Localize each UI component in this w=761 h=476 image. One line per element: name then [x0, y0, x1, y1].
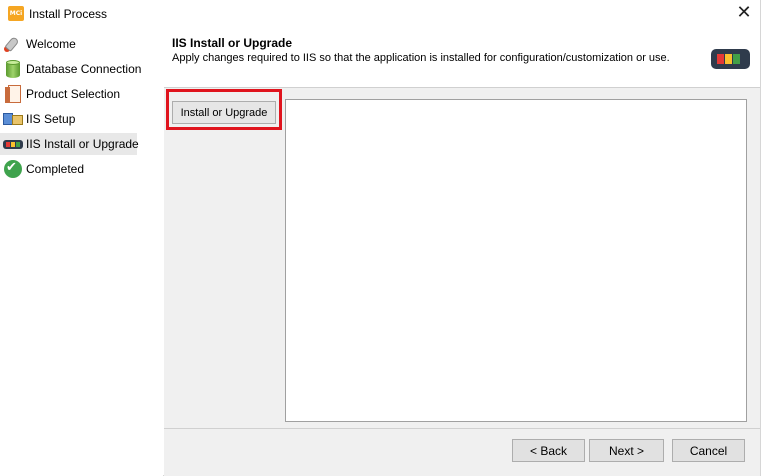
step-welcome: Welcome	[0, 33, 163, 55]
page-header: IIS Install or Upgrade Apply changes req…	[164, 30, 760, 88]
step-label: Welcome	[26, 37, 76, 51]
page-title: IIS Install or Upgrade	[172, 36, 293, 50]
database-icon	[3, 60, 23, 78]
rocket-icon	[3, 35, 23, 53]
step-product-selection: Product Selection	[0, 83, 163, 105]
step-iis-install-or-upgrade: IIS Install or Upgrade	[0, 133, 139, 155]
cancel-button[interactable]: Cancel	[672, 439, 745, 462]
step-label: Completed	[26, 162, 85, 176]
window-title: Install Process	[29, 7, 108, 21]
step-completed: ✔ Completed	[0, 158, 163, 180]
app-logo-icon: MCi	[8, 6, 24, 21]
page-description: Apply changes required to IIS so that th…	[172, 52, 670, 64]
install-or-upgrade-button[interactable]: Install or Upgrade	[172, 101, 276, 124]
next-button[interactable]: Next >	[589, 439, 664, 462]
server-status-icon	[711, 49, 750, 69]
check-icon: ✔	[3, 160, 23, 178]
steps-sidebar: Welcome Database Connection Product Sele…	[0, 30, 163, 476]
product-icon	[3, 85, 23, 103]
back-button[interactable]: < Back	[512, 439, 585, 462]
output-log-area	[285, 99, 747, 422]
main-panel: IIS Install or Upgrade Apply changes req…	[164, 30, 760, 476]
step-iis-setup: IIS Setup	[0, 108, 163, 130]
iis-icon	[3, 110, 23, 128]
title-bar: MCi Install Process ✕	[0, 0, 760, 30]
close-button[interactable]: ✕	[728, 0, 760, 28]
step-label: IIS Setup	[26, 112, 76, 126]
server-icon	[3, 135, 23, 153]
step-label: Database Connection	[26, 62, 142, 76]
footer-divider	[164, 428, 760, 429]
step-label: IIS Install or Upgrade	[26, 137, 139, 151]
step-label: Product Selection	[26, 87, 121, 101]
step-database-connection: Database Connection	[0, 58, 163, 80]
install-process-window: MCi Install Process ✕ Welcome Database C…	[0, 0, 761, 476]
